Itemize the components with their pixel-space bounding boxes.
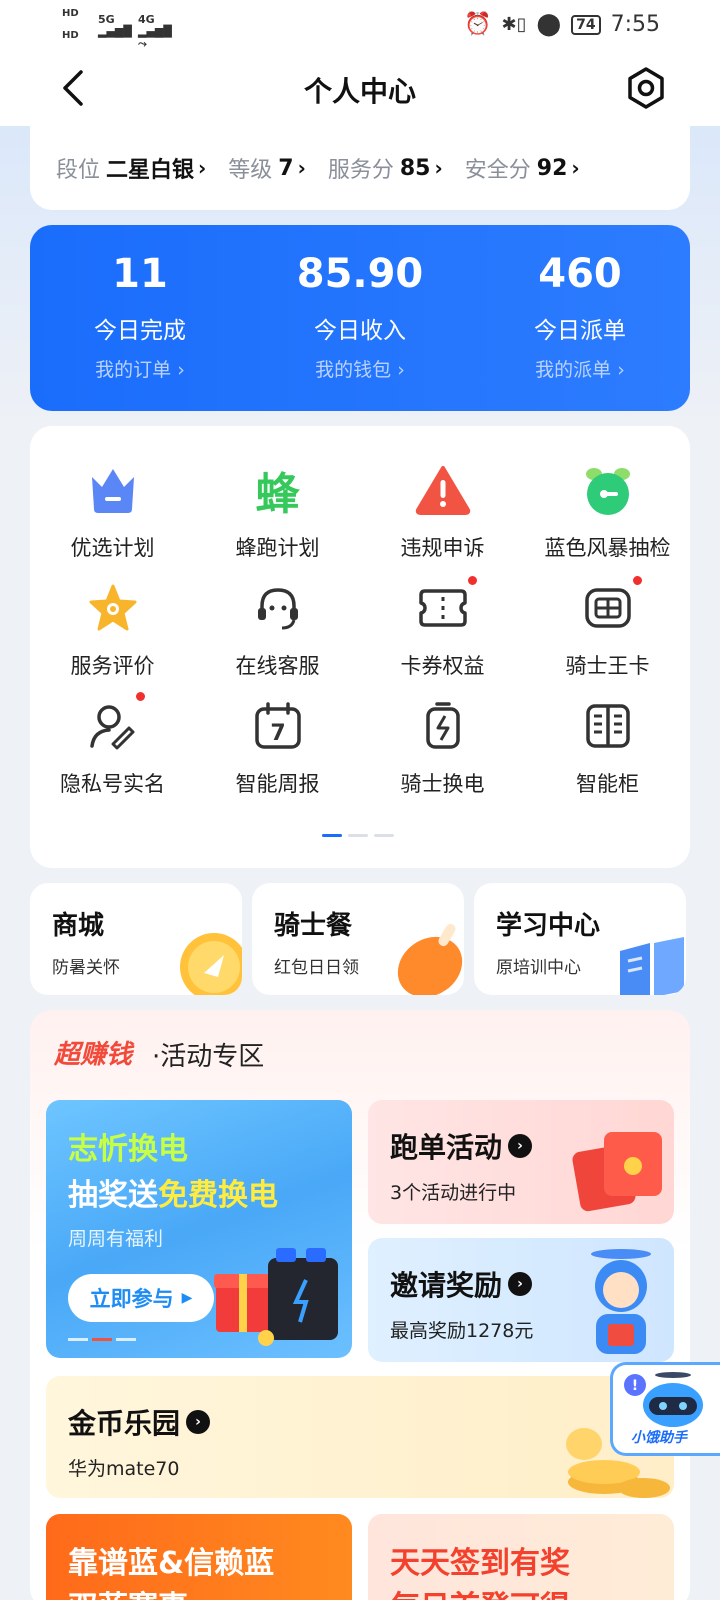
service-knight-card[interactable]: 骑士王卡 — [525, 574, 690, 696]
chevron-right-icon: › — [198, 156, 207, 180]
crown-icon — [83, 460, 143, 520]
battery-gift-illustration — [214, 1248, 338, 1346]
alarm-clock-icon — [578, 460, 638, 520]
settings-button[interactable] — [620, 62, 672, 114]
promo-battery-swap-banner[interactable]: 志忻换电 抽奖送免费换电 周周有福利 立即参与 ▶ — [46, 1100, 352, 1358]
stat-dispatched[interactable]: 460 今日派单 我的派单 › — [470, 225, 690, 411]
service-violation-appeal[interactable]: 违规申诉 — [360, 460, 525, 578]
today-stats-card: 11 今日完成 我的订单 › 85.90 今日收入 我的钱包 › 460 今日派… — [30, 225, 690, 411]
chicken-leg-icon — [397, 923, 463, 995]
page-title: 个人中心 — [303, 75, 416, 108]
rank-safety-score[interactable]: 安全分 92 › — [465, 152, 580, 184]
service-smart-locker[interactable]: 智能柜 — [525, 696, 690, 814]
service-blue-storm-check[interactable]: 蓝色风暴抽检 — [525, 460, 690, 578]
shortcut-mall[interactable]: 商城 防暑关怀 — [30, 883, 242, 995]
status-bar: HD HD 5G ▂▄▆█ 4G ▂▄▆█ ⤳ ⏰ ✱▯ ⬤ 74 7:55 — [0, 0, 720, 50]
arrow-right-icon: › — [508, 1134, 533, 1158]
service-privacy-verify[interactable]: 隐私号实名 — [30, 690, 195, 814]
rank-level[interactable]: 等级 7 › — [228, 152, 306, 184]
activity-title: ·活动专区 — [152, 1042, 265, 1072]
shortcut-learning-center[interactable]: 学习中心 原培训中心 — [474, 883, 686, 995]
notification-dot — [465, 574, 479, 587]
notification-dot — [133, 690, 147, 703]
stat-income[interactable]: 85.90 今日收入 我的钱包 › — [250, 225, 470, 411]
star-icon — [83, 578, 143, 638]
coin-icon — [180, 933, 242, 995]
hd-indicator: HD — [62, 8, 79, 19]
battery-swap-icon — [413, 696, 473, 756]
grid-pager[interactable] — [322, 834, 394, 837]
coin-park-tile[interactable]: 金币乐园 › 华为mate70 — [46, 1376, 674, 1498]
daily-checkin-banner[interactable]: 天天签到有奖 每日首登可得 — [368, 1514, 674, 1600]
run-activity-tile[interactable]: 跑单活动 › 3个活动进行中 — [368, 1100, 674, 1224]
mascot-illustration — [591, 1249, 651, 1354]
rank-service-score[interactable]: 服务分 85 › — [328, 152, 443, 184]
promo-pager — [68, 1338, 136, 1341]
red-envelope-icon — [572, 1132, 662, 1212]
service-weekly-report[interactable]: 7 智能周报 — [195, 696, 360, 814]
alarm-icon: ⏰ — [464, 12, 492, 37]
service-online-support[interactable]: 在线客服 — [195, 578, 360, 696]
gear-icon — [628, 67, 664, 109]
services-card: 优选计划 蜂 蜂跑计划 违规申诉 蓝色风暴抽检 服务评价 在线客服 卡券权益 骑… — [30, 426, 690, 868]
status-network: HD HD 5G ▂▄▆█ 4G ▂▄▆█ ⤳ — [62, 8, 172, 50]
signal-icon-2: 4G ▂▄▆█ ⤳ — [138, 13, 172, 50]
shortcut-knight-meal[interactable]: 骑士餐 红包日日领 — [252, 883, 464, 995]
service-rating[interactable]: 服务评价 — [30, 578, 195, 696]
play-arrow-icon: ▶ — [181, 1290, 193, 1306]
rank-tier[interactable]: 段位 二星白银 › — [56, 152, 206, 184]
notification-dot — [630, 574, 644, 587]
service-preferred-plan[interactable]: 优选计划 — [30, 460, 195, 578]
app-header: 个人中心 — [0, 50, 720, 126]
service-bee-plan[interactable]: 蜂 蜂跑计划 — [195, 460, 360, 578]
invite-reward-tile[interactable]: 邀请奖励 › 最高奖励1278元 — [368, 1238, 674, 1362]
chevron-right-icon: › — [571, 156, 580, 180]
service-battery-swap[interactable]: 骑士换电 — [360, 696, 525, 814]
pager-dot — [348, 834, 368, 837]
assistant-floating-button[interactable]: ! 小饿助手 — [610, 1362, 720, 1456]
double-blue-event-banner[interactable]: 靠谱蓝&信赖蓝 双蓝赛事 — [46, 1514, 352, 1600]
headset-icon — [248, 578, 308, 638]
location-icon: ⬤ — [536, 12, 562, 37]
svg-text:!: ! — [632, 1378, 638, 1394]
status-right: ⏰ ✱▯ ⬤ 74 7:55 — [464, 12, 660, 37]
arrow-right-icon: › — [186, 1410, 211, 1434]
pager-dot-active — [322, 834, 342, 837]
robot-icon: ! — [624, 1372, 703, 1427]
battery-icon: 74 — [571, 14, 601, 35]
sim-card-icon — [578, 574, 644, 638]
rank-card: 段位 二星白银 › 等级 7 › 服务分 85 › 安全分 92 › — [30, 126, 690, 210]
pager-dot — [374, 834, 394, 837]
service-coupons[interactable]: 卡券权益 — [360, 574, 525, 696]
activity-hot-label: 超赚钱 — [54, 1040, 133, 1070]
my-dispatch-link[interactable]: 我的派单 › — [535, 355, 625, 382]
services-grid: 优选计划 蜂 蜂跑计划 违规申诉 蓝色风暴抽检 服务评价 在线客服 卡券权益 骑… — [30, 460, 690, 814]
chevron-right-icon: › — [297, 156, 306, 180]
arrow-right-icon: › — [508, 1272, 533, 1296]
user-verify-icon — [83, 690, 147, 756]
svg-text:7: 7 — [270, 721, 285, 746]
vibrate-icon: ✱▯ — [501, 14, 527, 35]
bee-icon: 蜂 — [255, 469, 300, 520]
assistant-label: 小饿助手 — [631, 1430, 687, 1446]
calendar-icon: 7 — [248, 696, 308, 756]
hd-indicator-2: HD — [62, 30, 79, 41]
clock: 7:55 — [610, 12, 660, 37]
stat-completed[interactable]: 11 今日完成 我的订单 › — [30, 225, 250, 411]
book-icon — [620, 937, 684, 995]
chevron-right-icon: › — [434, 156, 443, 180]
join-now-button[interactable]: 立即参与 ▶ — [68, 1274, 214, 1322]
coupon-icon — [413, 574, 479, 638]
locker-icon — [578, 696, 638, 756]
warning-icon — [413, 460, 473, 520]
my-wallet-link[interactable]: 我的钱包 › — [315, 355, 405, 382]
my-orders-link[interactable]: 我的订单 › — [95, 355, 185, 382]
signal-icon: 5G ▂▄▆█ — [98, 13, 132, 38]
